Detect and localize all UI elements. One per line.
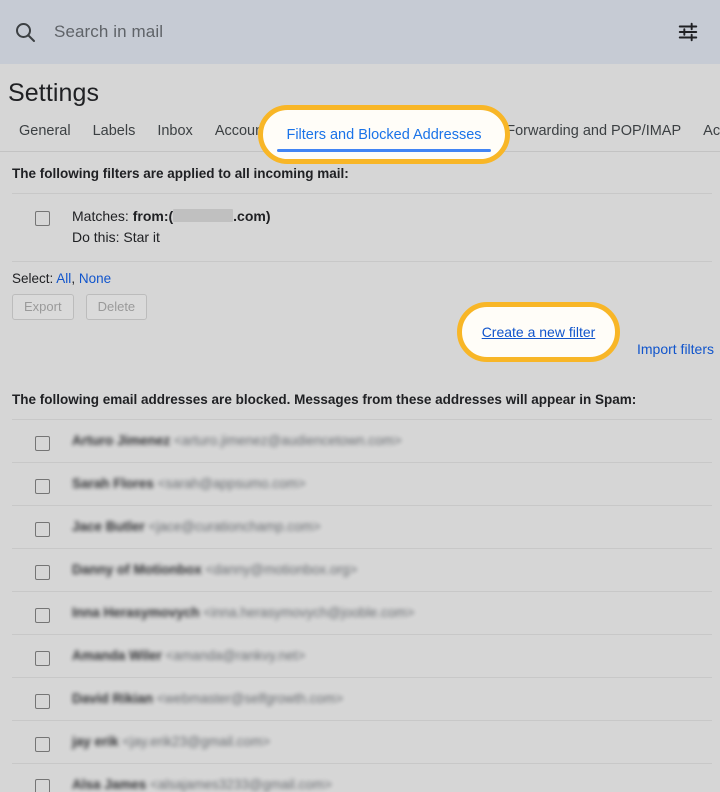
table-row: jay erik <jay.erik23@gmail.com>: [12, 719, 712, 763]
blocked-row-text: Amanda Wiler <amanda@rankvy.net>: [72, 648, 305, 663]
tab-filters-and-blocked-addresses[interactable]: Filters and Blocked Addresses: [278, 123, 495, 152]
blocked-row-email: <sarah@appsumo.com>: [157, 476, 306, 492]
blocked-row-name: Danny of Motionbox: [72, 562, 202, 578]
gmail-settings-screen: Settings General Labels Inbox Account Fi…: [0, 0, 720, 792]
blocked-checkbox-cell: [12, 517, 72, 537]
create-filter-highlight-callout: Create a new filter: [457, 302, 620, 362]
redacted-domain: [173, 208, 234, 222]
delete-button[interactable]: Delete: [85, 293, 148, 321]
export-button[interactable]: Export: [12, 293, 74, 321]
blocked-row-email: <webmaster@selfgrowth.com>: [156, 691, 344, 707]
blocked-row-name: Jace Butler: [72, 519, 145, 535]
settings-tabs: General Labels Inbox Account Filters and…: [0, 108, 720, 152]
blocked-checkbox-cell: [12, 474, 72, 494]
filter-rule-checkbox-cell: [12, 206, 72, 226]
blocked-row-email: <arturo.jimenez@audiencetown.com>: [174, 433, 402, 449]
blocked-checkbox-cell: [12, 732, 72, 752]
blocked-row-email: <danny@motionbox.org>: [205, 562, 358, 578]
blocked-row-checkbox[interactable]: [34, 521, 50, 537]
table-row: David Rikian <webmaster@selfgrowth.com>: [12, 676, 712, 720]
tab-inbox[interactable]: Inbox: [146, 123, 203, 152]
filter-matches-suffix: .com): [233, 207, 271, 224]
blocked-row-text: Alsa James <alsajames3233@gmail.com>: [72, 777, 332, 792]
select-label: Select:: [12, 270, 54, 286]
tune-icon[interactable]: [674, 18, 702, 46]
table-row: Danny of Motionbox <danny@motionbox.org>: [12, 547, 712, 591]
blocked-row-email: <jace@curationchamp.com>: [148, 519, 321, 535]
blocked-row-name: Alsa James: [72, 776, 147, 792]
table-row: Arturo Jimenez <arturo.jimenez@audiencet…: [12, 418, 712, 462]
blocked-row-name: Arturo Jimenez: [72, 433, 171, 449]
blocked-address-list: Arturo Jimenez <arturo.jimenez@audiencet…: [12, 418, 712, 792]
blocked-row-email: <alsajames3233@gmail.com>: [150, 776, 332, 792]
blocked-row-name: Sarah Flores: [72, 476, 154, 492]
blocked-row-checkbox[interactable]: [34, 736, 50, 752]
blocked-row-checkbox[interactable]: [34, 779, 50, 792]
filter-matches-label: Matches:: [72, 207, 129, 224]
filter-matches-prefix: from:(: [132, 207, 174, 224]
blocked-checkbox-cell: [12, 689, 72, 709]
filter-rule-matches: Matches: from:( .com): [72, 206, 270, 228]
blocked-checkbox-cell: [12, 774, 72, 792]
blocked-row-email: <inna.herasymovych@jooble.com>: [203, 605, 415, 621]
import-filters-link[interactable]: Import filters: [637, 341, 714, 357]
blocked-heading: The following email addresses are blocke…: [12, 392, 637, 408]
search-icon[interactable]: [10, 17, 40, 47]
filter-rule-details: Matches: from:( .com) Do this: Star it: [72, 206, 270, 249]
filters-heading: The following filters are applied to all…: [12, 166, 349, 181]
select-none-link[interactable]: None: [79, 271, 111, 286]
blocked-row-name: Inna Herasymovych: [72, 605, 200, 621]
blocked-row-email: <jay.erik23@gmail.com>: [122, 734, 271, 750]
filter-rule-row: Matches: from:( .com) Do this: Star it: [12, 192, 712, 262]
tab-accounts-truncated[interactable]: Ac: [692, 123, 720, 152]
blocked-row-checkbox[interactable]: [34, 650, 50, 666]
tab-general[interactable]: General: [8, 123, 82, 152]
blocked-row-text: Inna Herasymovych <inna.herasymovych@joo…: [72, 605, 414, 620]
blocked-row-text: Arturo Jimenez <arturo.jimenez@audiencet…: [72, 433, 402, 448]
filter-action-value: Star it: [123, 229, 160, 246]
blocked-row-checkbox[interactable]: [34, 564, 50, 580]
blocked-checkbox-cell: [12, 431, 72, 451]
tab-labels[interactable]: Labels: [82, 123, 147, 152]
blocked-row-name: Amanda Wiler: [72, 648, 162, 664]
create-new-filter-label[interactable]: Create a new filter: [482, 324, 596, 340]
filter-rule-action: Do this: Star it: [72, 227, 270, 249]
blocked-row-text: Danny of Motionbox <danny@motionbox.org>: [72, 562, 357, 577]
filter-action-label: Do this:: [72, 229, 120, 246]
tab-forwarding-and-pop-imap[interactable]: Forwarding and POP/IMAP: [495, 123, 692, 152]
blocked-row-checkbox[interactable]: [34, 435, 50, 451]
table-row: Sarah Flores <sarah@appsumo.com>: [12, 461, 712, 505]
page-title: Settings: [8, 79, 100, 107]
table-row: Amanda Wiler <amanda@rankvy.net>: [12, 633, 712, 677]
blocked-row-name: jay erik: [72, 734, 119, 750]
blocked-row-checkbox[interactable]: [34, 478, 50, 494]
filter-rule-checkbox[interactable]: [34, 210, 50, 226]
search-input[interactable]: [54, 22, 674, 42]
select-separator: ,: [71, 270, 76, 286]
search-bar: [0, 0, 720, 64]
blocked-row-text: Jace Butler <jace@curationchamp.com>: [72, 519, 321, 534]
blocked-row-checkbox[interactable]: [34, 693, 50, 709]
select-row: Select: All, None: [0, 262, 720, 286]
blocked-row-text: jay erik <jay.erik23@gmail.com>: [72, 734, 270, 749]
table-row: Inna Herasymovych <inna.herasymovych@joo…: [12, 590, 712, 634]
table-row: Jace Butler <jace@curationchamp.com>: [12, 504, 712, 548]
blocked-checkbox-cell: [12, 646, 72, 666]
blocked-row-text: Sarah Flores <sarah@appsumo.com>: [72, 476, 306, 491]
blocked-row-email: <amanda@rankvy.net>: [165, 648, 306, 664]
select-all-link[interactable]: All: [56, 271, 71, 286]
blocked-row-name: David Rikian: [72, 691, 154, 707]
blocked-row-checkbox[interactable]: [34, 607, 50, 623]
blocked-checkbox-cell: [12, 603, 72, 623]
table-row: Alsa James <alsajames3233@gmail.com>: [12, 762, 712, 792]
blocked-row-text: David Rikian <webmaster@selfgrowth.com>: [72, 691, 343, 706]
tab-account[interactable]: Account: [204, 123, 278, 152]
blocked-checkbox-cell: [12, 560, 72, 580]
